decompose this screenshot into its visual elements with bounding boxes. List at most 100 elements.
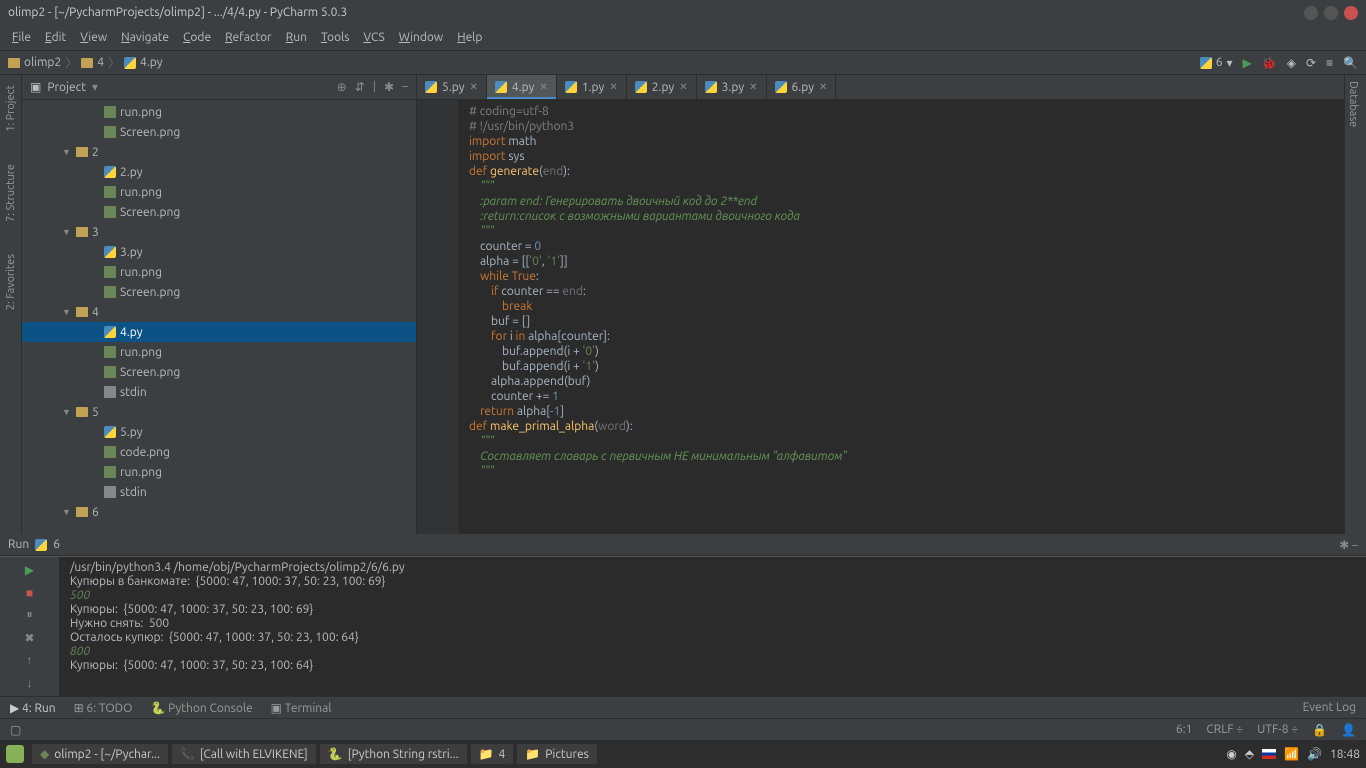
tree-item[interactable]: run.png [22, 462, 416, 482]
tree-item[interactable]: ▼2 [22, 142, 416, 162]
breadcrumb-item[interactable]: 4 [81, 56, 104, 69]
tree-item[interactable]: Screen.png [22, 122, 416, 142]
taskbar-item[interactable]: 📁4 [471, 744, 514, 764]
maximize-icon[interactable] [1324, 6, 1338, 20]
close-icon[interactable] [1344, 6, 1358, 20]
tree-item[interactable]: run.png [22, 342, 416, 362]
settings-icon[interactable]: ≡ [1326, 56, 1333, 70]
tab-close-icon[interactable]: ✕ [679, 81, 687, 93]
coverage-icon[interactable]: ◈ [1287, 56, 1296, 70]
lock-icon[interactable]: 🔒 [1312, 723, 1327, 737]
menu-view[interactable]: View [80, 31, 107, 44]
menu-vcs[interactable]: VCS [363, 31, 384, 44]
tree-item[interactable]: Screen.png [22, 362, 416, 382]
tree-item[interactable]: 2.py [22, 162, 416, 182]
editor-tab[interactable]: 1.py✕ [557, 75, 627, 99]
menu-tools[interactable]: Tools [321, 31, 350, 44]
menu-code[interactable]: Code [183, 31, 211, 44]
bottom-tab[interactable]: ▶ 4: Run [10, 701, 56, 715]
bottom-tab[interactable]: ▣ Terminal [271, 701, 332, 715]
start-menu-icon[interactable] [6, 745, 24, 763]
network-tray-icon[interactable]: ⬘ [1245, 747, 1254, 761]
menu-edit[interactable]: Edit [45, 31, 66, 44]
tab-close-icon[interactable]: ✕ [749, 81, 757, 93]
panel-tool-icon[interactable]: – [402, 80, 408, 94]
py-icon [425, 81, 437, 93]
tree-item[interactable]: run.png [22, 102, 416, 122]
editor-tab[interactable]: 2.py✕ [627, 75, 697, 99]
dump-icon[interactable]: ✖ [20, 629, 40, 648]
minimize-icon[interactable] [1304, 6, 1318, 20]
update-icon[interactable]: ⟳ [1306, 56, 1316, 70]
panel-tool-icon[interactable]: ⊕ [337, 80, 347, 94]
taskbar-item[interactable]: 🐍[Python String rstri... [320, 744, 467, 764]
menu-run[interactable]: Run [286, 31, 307, 44]
hector-icon[interactable]: 👤 [1341, 723, 1356, 737]
clock[interactable]: 18:48 [1330, 748, 1360, 761]
code-editor[interactable]: # coding=utf-8# !/usr/bin/python3import … [459, 100, 1344, 534]
up-icon[interactable]: ↑ [20, 651, 40, 670]
tree-item[interactable]: ▼4 [22, 302, 416, 322]
panel-tool-icon[interactable]: ⇵ [355, 80, 365, 94]
tree-item[interactable]: code.png [22, 442, 416, 462]
taskbar-item[interactable]: 📞[Call with ELVIKENE] [172, 744, 316, 764]
menu-file[interactable]: File [12, 31, 31, 44]
tree-item[interactable]: run.png [22, 262, 416, 282]
editor-tab[interactable]: 5.py✕ [417, 75, 487, 99]
tab-close-icon[interactable]: ✕ [470, 81, 478, 93]
tree-item[interactable]: 5.py [22, 422, 416, 442]
py-icon [104, 426, 116, 438]
panel-tool-icon[interactable]: | [373, 80, 376, 94]
menu-help[interactable]: Help [457, 31, 482, 44]
menu-refactor[interactable]: Refactor [225, 31, 272, 44]
tab-close-icon[interactable]: ✕ [539, 81, 547, 93]
tab-close-icon[interactable]: ✕ [609, 81, 617, 93]
file-encoding[interactable]: UTF-8 ÷ [1257, 723, 1298, 737]
file-icon [104, 386, 116, 398]
bottom-tab[interactable]: 🐍 Python Console [150, 701, 252, 715]
run-settings-icon[interactable]: ✱ – [1339, 538, 1358, 552]
tool-tab[interactable]: 2: Favorites [3, 248, 19, 316]
tree-item[interactable]: ▼5 [22, 402, 416, 422]
tree-item[interactable]: ▼3 [22, 222, 416, 242]
line-separator[interactable]: CRLF ÷ [1206, 723, 1243, 737]
breadcrumb-item[interactable]: 4.py [124, 56, 163, 69]
tree-item[interactable]: run.png [22, 182, 416, 202]
wifi-tray-icon[interactable]: 📶 [1284, 747, 1299, 761]
taskbar-item[interactable]: ◆olimp2 - [~/Pychar... [32, 744, 168, 764]
keyboard-layout-icon[interactable] [1262, 749, 1276, 759]
pause-icon[interactable]: ⏸ [20, 606, 40, 625]
volume-tray-icon[interactable]: 🔊 [1307, 747, 1322, 761]
tree-item[interactable]: Screen.png [22, 282, 416, 302]
run-icon[interactable]: ▶ [1243, 56, 1252, 70]
database-tab[interactable]: Database [1345, 75, 1361, 133]
debug-icon[interactable]: 🐞 [1262, 56, 1277, 70]
menu-window[interactable]: Window [399, 31, 443, 44]
editor-tab[interactable]: 4.py✕ [487, 75, 557, 99]
tree-item[interactable]: 4.py [22, 322, 416, 342]
tool-tab[interactable]: 1: Project [3, 79, 19, 138]
rerun-icon[interactable]: ▶ [20, 561, 40, 580]
chrome-tray-icon[interactable]: ◉ [1226, 747, 1236, 761]
breadcrumb-item[interactable]: olimp2 [8, 56, 61, 69]
run-config-selector[interactable]: 6 ▾ [1200, 56, 1233, 70]
run-output[interactable]: /usr/bin/python3.4 /home/obj/PycharmProj… [60, 557, 1366, 696]
project-tree[interactable]: run.pngScreen.png▼22.pyrun.pngScreen.png… [22, 100, 416, 534]
tree-item[interactable]: ▼6 [22, 502, 416, 522]
tree-item[interactable]: stdin [22, 382, 416, 402]
menu-navigate[interactable]: Navigate [121, 31, 169, 44]
panel-tool-icon[interactable]: ✱ [384, 80, 394, 94]
editor-tab[interactable]: 6.py✕ [767, 75, 837, 99]
tree-item[interactable]: 3.py [22, 242, 416, 262]
tab-close-icon[interactable]: ✕ [819, 81, 827, 93]
event-log-tab[interactable]: Event Log [1303, 701, 1356, 714]
stop-icon[interactable]: ■ [20, 584, 40, 603]
tool-tab[interactable]: 7: Structure [3, 158, 19, 228]
search-icon[interactable]: 🔍 [1343, 56, 1358, 70]
bottom-tab[interactable]: ⊞ 6: TODO [74, 701, 133, 715]
tree-item[interactable]: stdin [22, 482, 416, 502]
down-icon[interactable]: ↓ [20, 674, 40, 693]
editor-tab[interactable]: 3.py✕ [697, 75, 767, 99]
tree-item[interactable]: Screen.png [22, 202, 416, 222]
taskbar-item[interactable]: 📁Pictures [517, 744, 597, 764]
